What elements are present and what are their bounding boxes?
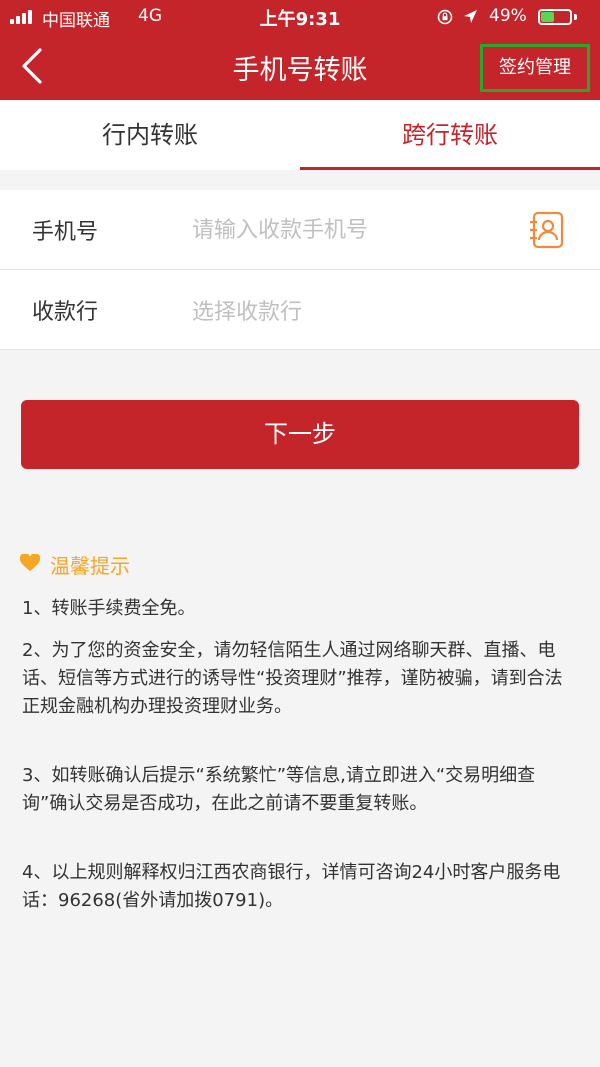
- sign-management-button[interactable]: 签约管理: [480, 44, 590, 92]
- battery-level: [541, 12, 554, 22]
- tab-inter-bank-transfer[interactable]: 跨行转账: [300, 100, 600, 170]
- battery-percent: 49%: [489, 6, 527, 26]
- tab-intra-bank-transfer[interactable]: 行内转账: [0, 100, 300, 170]
- status-bar: 中国联通 4G 上午9:31 49%: [0, 0, 600, 34]
- tip-item: 4、以上规则解释权归江西农商银行，详情可咨询24小时客户服务电话：96268(省…: [22, 862, 561, 911]
- heart-icon: [20, 554, 40, 571]
- tip-item: 3、如转账确认后提示“系统繁忙”等信息,请立即进入“交易明细查询”确认交易是否成…: [22, 765, 536, 814]
- active-tab-indicator: [300, 167, 600, 170]
- bank-row[interactable]: 收款行 选择收款行: [0, 270, 600, 350]
- transfer-form: 手机号 收款行 选择收款行: [0, 190, 600, 350]
- battery-tip: [574, 14, 577, 20]
- top-bar: 中国联通 4G 上午9:31 49% 手机号转账 签约管理: [0, 0, 600, 100]
- next-step-button[interactable]: 下一步: [21, 400, 579, 469]
- phone-label: 手机号: [32, 220, 99, 245]
- tip-item: 2、为了您的资金安全，请勿轻信陌生人通过网络聊天群、直播、电话、短信等方式进行的…: [22, 640, 563, 717]
- phone-input[interactable]: [192, 210, 512, 250]
- bank-select[interactable]: 选择收款行: [192, 294, 302, 326]
- phone-row: 手机号: [0, 190, 600, 270]
- bank-label: 收款行: [32, 300, 99, 325]
- transfer-tabs: 行内转账 跨行转账: [0, 100, 600, 170]
- tip-item: 1、转账手续费全免。: [22, 598, 196, 619]
- form-divider: [0, 349, 600, 350]
- location-arrow-icon: [464, 10, 477, 23]
- orientation-lock-icon: [437, 9, 453, 25]
- contact-book-icon[interactable]: [528, 211, 566, 249]
- tips-title: 温馨提示: [50, 554, 130, 578]
- battery-icon: [538, 9, 572, 25]
